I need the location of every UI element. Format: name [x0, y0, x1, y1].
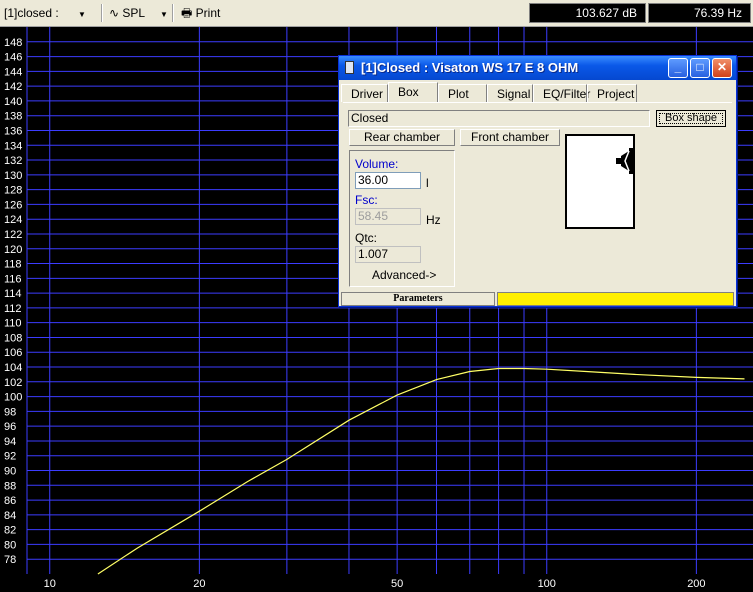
spl-curve: [97, 367, 745, 575]
toolbar-separator: [172, 4, 174, 22]
x-tick-labels: 10 20 50 100 200: [44, 578, 706, 590]
volume-unit: l: [426, 176, 429, 190]
status-progress-bar: [497, 292, 734, 306]
qtc-label: Qtc:: [355, 231, 378, 245]
x-tick-label: 10: [44, 578, 56, 590]
plot-selector[interactable]: ∿ SPL ▼: [109, 3, 168, 23]
y-tick-label: 144: [4, 66, 22, 78]
wave-icon: ∿: [109, 6, 120, 20]
y-tick-label: 84: [4, 510, 16, 522]
y-tick-label: 102: [4, 377, 22, 389]
tab-plot[interactable]: Plot: [438, 84, 487, 102]
plot-selector-label: SPL: [122, 6, 145, 20]
y-tick-label: 82: [4, 525, 16, 537]
y-tick-label: 78: [4, 554, 16, 566]
fsc-input: 58.45: [355, 208, 421, 225]
y-tick-label: 108: [4, 332, 22, 344]
y-tick-label: 80: [4, 539, 16, 551]
tab-signal[interactable]: Signal: [487, 84, 533, 102]
y-tick-label: 90: [4, 466, 16, 478]
y-tick-label: 128: [4, 185, 22, 197]
y-tick-label: 118: [4, 259, 22, 271]
project-selector[interactable]: [1]closed : ▼: [4, 3, 86, 23]
x-tick-label: 20: [193, 578, 205, 590]
y-tick-label: 138: [4, 111, 22, 123]
rear-chamber-button[interactable]: Rear chamber: [349, 129, 455, 146]
dialog-titlebar[interactable]: [1]Closed : Visaton WS 17 E 8 OHM _ □ ✕: [339, 56, 736, 80]
y-tick-label: 112: [4, 303, 22, 315]
y-tick-label: 140: [4, 96, 22, 108]
y-tick-label: 120: [4, 244, 22, 256]
box-shape-preview: [565, 134, 635, 229]
rear-chamber-panel: Volume: 36.00 l Fsc: 58.45 Hz Qtc: 1.007…: [349, 150, 455, 287]
y-tick-label: 92: [4, 451, 16, 463]
y-tick-label: 88: [4, 480, 16, 492]
print-label: Print: [195, 6, 221, 20]
chevron-down-icon: ▼: [160, 10, 168, 19]
front-chamber-button[interactable]: Front chamber: [460, 129, 560, 146]
spl-curves: [97, 367, 745, 575]
project-selector-label: [1]closed :: [4, 6, 59, 20]
y-tick-label: 106: [4, 347, 22, 359]
printer-icon: 🖶: [181, 6, 193, 20]
y-tick-label: 104: [4, 362, 22, 374]
toolbar: [1]closed : ▼ ∿ SPL ▼ 🖶 Print 103.627 dB…: [0, 0, 753, 27]
y-tick-labels: 78 80 82 84 86 88 90 92 94 96 98 100 102 104 106 108 110…: [4, 37, 22, 566]
dialog-title: [1]Closed : Visaton WS 17 E 8 OHM: [361, 60, 579, 75]
y-tick-label: 110: [4, 318, 22, 330]
maximize-icon: □: [696, 60, 704, 74]
close-icon: ✕: [716, 60, 728, 74]
close-button[interactable]: ✕: [712, 58, 732, 78]
box-type-field[interactable]: Closed: [348, 110, 650, 127]
x-tick-label: 100: [538, 578, 556, 590]
tab-eq-filter[interactable]: EQ/Filter: [533, 84, 590, 102]
tab-box[interactable]: Box: [388, 82, 438, 103]
tab-driver[interactable]: Driver: [341, 84, 388, 102]
box-dialog: [1]Closed : Visaton WS 17 E 8 OHM _ □ ✕ …: [338, 55, 737, 307]
fsc-label: Fsc:: [355, 193, 378, 207]
y-tick-label: 114: [4, 288, 22, 300]
x-tick-label: 50: [391, 578, 403, 590]
y-tick-label: 116: [4, 273, 22, 285]
y-tick-label: 132: [4, 155, 22, 167]
minimize-button[interactable]: _: [668, 58, 688, 78]
tab-divider: [343, 102, 732, 103]
toolbar-separator: [101, 4, 103, 22]
tab-project[interactable]: Project: [587, 84, 637, 102]
volume-label: Volume:: [355, 157, 399, 171]
speaker-driver-icon: [616, 148, 633, 174]
y-tick-label: 136: [4, 125, 22, 137]
speaker-icon: [345, 61, 354, 74]
chevron-down-icon: ▼: [78, 10, 86, 19]
y-tick-label: 142: [4, 81, 22, 93]
y-tick-label: 98: [4, 406, 16, 418]
status-parameters: Parameters: [341, 292, 495, 306]
y-tick-label: 124: [4, 214, 22, 226]
minimize-icon: _: [674, 60, 682, 74]
y-tick-label: 96: [4, 421, 16, 433]
y-tick-label: 126: [4, 199, 22, 211]
x-tick-label: 200: [687, 578, 705, 590]
y-tick-label: 100: [4, 392, 22, 404]
maximize-button[interactable]: □: [690, 58, 710, 78]
box-shape-button[interactable]: Box shape: [656, 110, 726, 127]
y-tick-label: 146: [4, 52, 22, 64]
volume-input[interactable]: 36.00: [355, 172, 421, 189]
qtc-value: 1.007: [355, 246, 421, 263]
y-tick-label: 94: [4, 436, 16, 448]
y-tick-label: 134: [4, 140, 22, 152]
frequency-readout: 76.39 Hz: [648, 3, 751, 23]
y-tick-label: 148: [4, 37, 22, 49]
print-button[interactable]: 🖶 Print: [181, 3, 220, 23]
level-readout: 103.627 dB: [529, 3, 646, 23]
y-tick-label: 130: [4, 170, 22, 182]
advanced-button[interactable]: Advanced->: [372, 268, 436, 282]
y-tick-label: 86: [4, 495, 16, 507]
y-tick-label: 122: [4, 229, 22, 241]
fsc-unit: Hz: [426, 213, 441, 227]
